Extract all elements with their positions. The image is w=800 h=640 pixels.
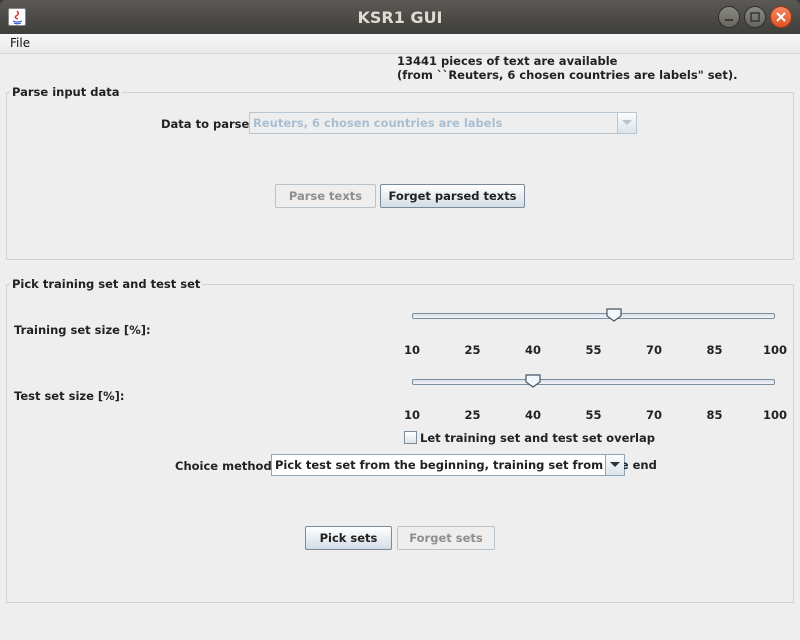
test-size-slider-thumb[interactable] <box>525 374 541 388</box>
data-to-parse-label: Data to parse: <box>161 117 254 131</box>
pick-sets-button[interactable]: Pick sets <box>305 526 392 550</box>
parse-texts-button[interactable]: Parse texts <box>275 184 376 208</box>
pick-panel-title: Pick training set and test set <box>10 277 203 291</box>
slider-tick-label: 10 <box>403 343 421 357</box>
window-client: File 13441 pieces of text are available … <box>0 34 800 640</box>
title-bar: KSR1 GUI <box>0 0 800 34</box>
slider-tick-label: 40 <box>524 408 542 422</box>
slider-tick-label: 25 <box>464 343 481 357</box>
training-size-slider[interactable] <box>412 313 775 319</box>
minimize-button[interactable] <box>718 6 740 28</box>
forget-sets-button[interactable]: Forget sets <box>397 526 495 550</box>
slider-tick-label: 40 <box>524 343 542 357</box>
overlap-checkbox[interactable] <box>404 431 417 444</box>
slider-tick-label: 55 <box>585 343 602 357</box>
training-size-slider-thumb[interactable] <box>606 308 622 322</box>
info-line-2: (from ``Reuters, 6 chosen countries are … <box>397 68 738 82</box>
slider-tick-label: 25 <box>464 408 481 422</box>
slider-tick-label: 10 <box>403 408 421 422</box>
training-size-label: Training set size [%]: <box>14 323 151 337</box>
forget-parsed-texts-button[interactable]: Forget parsed texts <box>380 184 525 208</box>
parse-input-panel: Parse input data Data to parse: Reuters,… <box>6 85 794 260</box>
choice-method-select[interactable]: Pick test set from the beginning, traini… <box>271 454 657 476</box>
slider-tick-label: 85 <box>706 343 723 357</box>
choice-method-value: Pick test set from the beginning, traini… <box>275 458 657 472</box>
slider-tick-label: 85 <box>706 408 723 422</box>
close-button[interactable] <box>770 6 792 28</box>
chevron-down-icon[interactable] <box>617 113 636 133</box>
choice-method-label: Choice method: <box>175 459 277 473</box>
pick-sets-panel: Pick training set and test set Training … <box>6 277 794 603</box>
slider-tick-label: 55 <box>585 408 602 422</box>
slider-tick-label: 100 <box>762 408 788 422</box>
menu-file[interactable]: File <box>10 36 30 50</box>
chevron-down-icon[interactable] <box>605 455 624 475</box>
slider-tick-label: 70 <box>645 343 663 357</box>
menu-bar: File <box>0 34 800 54</box>
data-to-parse-value: Reuters, 6 chosen countries are labels <box>253 116 503 130</box>
overlap-label: Let training set and test set overlap <box>420 431 655 445</box>
data-to-parse-select[interactable]: Reuters, 6 chosen countries are labels <box>249 112 637 134</box>
slider-tick-label: 100 <box>762 343 788 357</box>
info-line-1: 13441 pieces of text are available <box>397 54 618 68</box>
test-size-slider[interactable] <box>412 379 775 385</box>
slider-tick-label: 70 <box>645 408 663 422</box>
maximize-button[interactable] <box>744 6 766 28</box>
availability-info: 13441 pieces of text are available (from… <box>397 54 737 82</box>
parse-panel-title: Parse input data <box>10 85 122 99</box>
window-title: KSR1 GUI <box>357 8 443 27</box>
test-size-label: Test set size [%]: <box>14 389 125 403</box>
